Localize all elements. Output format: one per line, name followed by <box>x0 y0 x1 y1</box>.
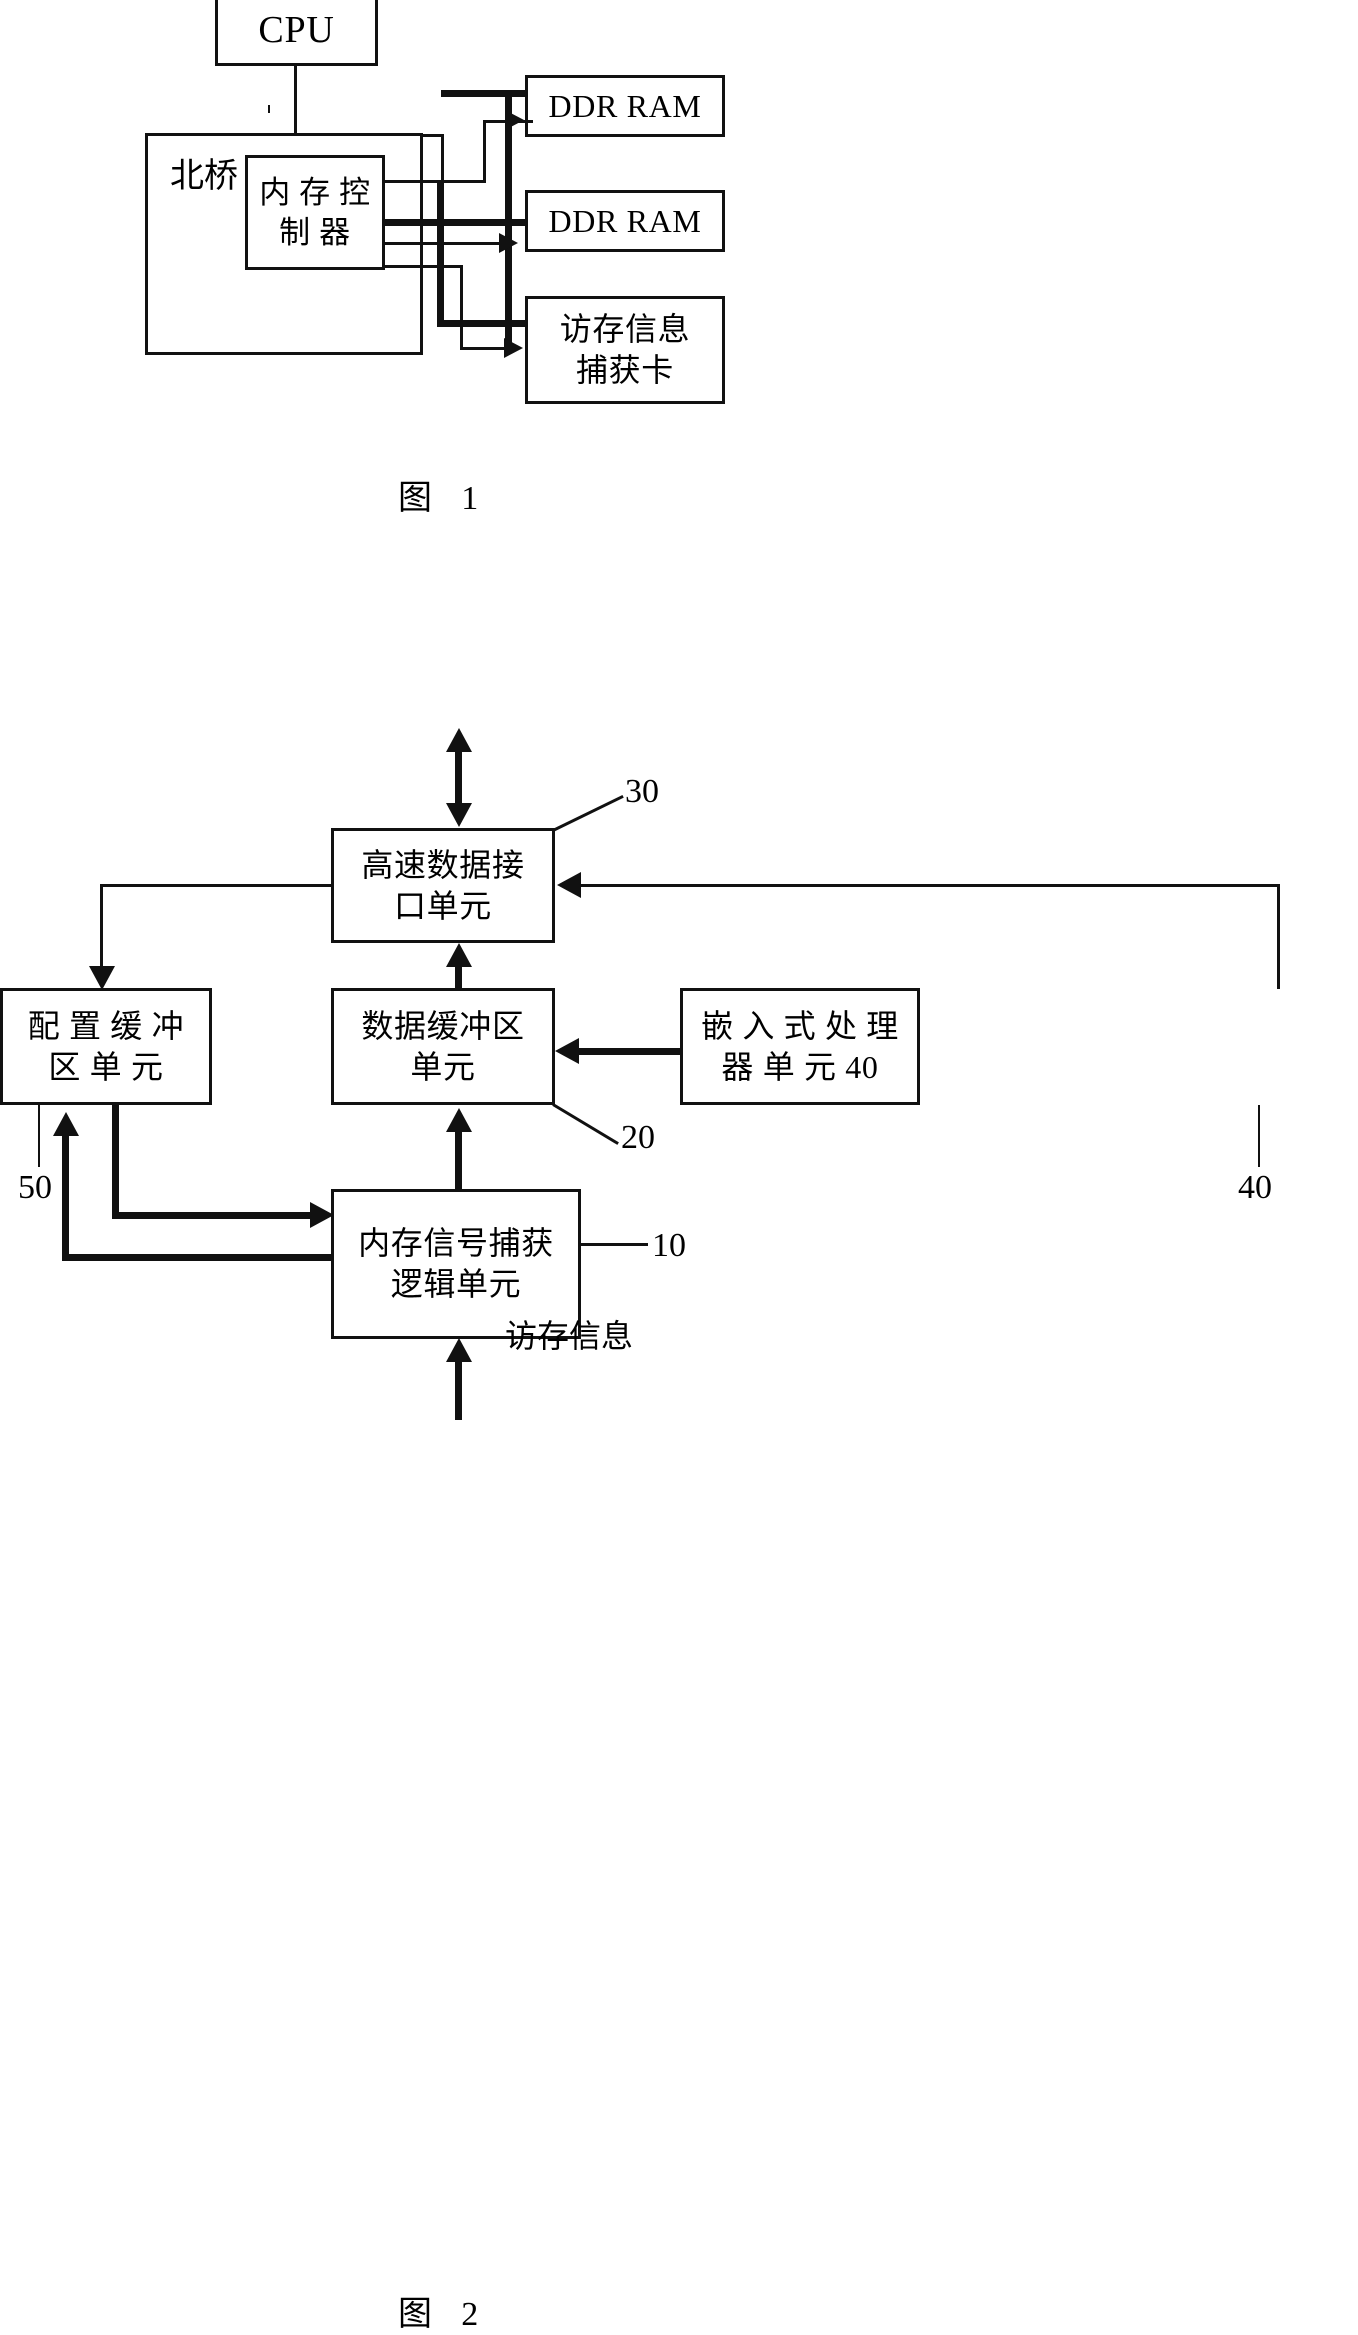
wire-capture-to-config-h <box>62 1254 334 1261</box>
wire-capture-to-data-buffer <box>455 1130 462 1192</box>
arrowhead-ddr2-ctrl <box>499 233 518 253</box>
arrowhead-capture-ctrl <box>504 338 523 358</box>
block-config-buffer: 配 置 缓 冲 区 单 元 <box>0 988 212 1105</box>
wire-nb-riser <box>441 134 444 181</box>
leader-line-20 <box>552 1103 619 1145</box>
wire-external-bidir <box>455 750 462 805</box>
wire-capture-to-config-v <box>62 1133 69 1257</box>
arrowhead-interface-in-bottom <box>446 943 472 967</box>
block-ddr-ram-2-label: DDR RAM <box>548 202 702 239</box>
wire-interface-to-config-v <box>100 884 103 977</box>
block-ddr-ram-1: DDR RAM <box>525 75 725 137</box>
bus-ddr1-data-riser <box>505 90 512 345</box>
block-memory-controller: 内 存 控 制 器 <box>245 155 385 270</box>
leader-line-40 <box>1258 1105 1260 1167</box>
block-memory-controller-label: 内 存 控 制 器 <box>259 174 371 250</box>
block-ddr-ram-1-label: DDR RAM <box>548 87 702 124</box>
arrowhead-external-out <box>446 728 472 752</box>
bus-capture-tap-riser <box>437 180 444 324</box>
block-capture-card: 访存信息 捕获卡 <box>525 296 725 404</box>
arrowhead-capture-logic-in-left <box>310 1202 334 1228</box>
wire-capture-ctrl <box>460 347 505 350</box>
block-capture-logic-label: 内存信号捕获 逻辑单元 <box>358 1225 554 1302</box>
block-ddr-ram-2: DDR RAM <box>525 190 725 252</box>
arrowhead-capture-logic-in-bottom <box>446 1338 472 1362</box>
leader-line-50 <box>38 1105 40 1167</box>
block-embedded-processor: 嵌 入 式 处 理 器 单 元 40 <box>680 988 920 1105</box>
wire-mc-top-riser <box>483 120 486 183</box>
wire-access-info-input <box>455 1360 462 1420</box>
leader-line-10 <box>580 1243 648 1246</box>
ref-numeral-30: 30 <box>625 773 659 810</box>
wire-interface-to-config-h <box>100 884 332 887</box>
wire-processor-to-data-buffer <box>578 1048 682 1055</box>
ref-numeral-20: 20 <box>621 1119 655 1156</box>
arrowhead-config-buffer-in <box>89 966 115 990</box>
scan-artifact-tick <box>268 105 270 113</box>
ref-numeral-40: 40 <box>1238 1169 1272 1206</box>
arrowhead-interface-in-right <box>557 872 581 898</box>
ref-numeral-50: 50 <box>18 1169 52 1206</box>
ref-numeral-10: 10 <box>652 1227 686 1264</box>
bus-ddr2-data <box>385 219 527 226</box>
figure-1-caption: 图 1 <box>398 480 483 517</box>
bus-capture-tap <box>437 320 527 327</box>
wire-mc-bottom-out <box>385 265 463 268</box>
wire-mc-top-out <box>385 180 485 183</box>
wire-config-to-capture-h <box>112 1212 320 1219</box>
wire-cpu-to-northbridge <box>294 66 297 134</box>
leader-line-30 <box>552 794 624 832</box>
block-northbridge-label: 北桥 <box>170 158 238 195</box>
block-cpu-label: CPU <box>258 8 335 51</box>
block-high-speed-interface: 高速数据接 口单元 <box>331 828 555 943</box>
wire-mc-bottom-riser <box>460 265 463 349</box>
arrowhead-data-buffer-in-bottom <box>446 1108 472 1132</box>
arrowhead-data-buffer-in-right <box>555 1038 579 1064</box>
block-high-speed-interface-label: 高速数据接 口单元 <box>361 846 525 924</box>
block-data-buffer-label: 数据缓冲区 单元 <box>361 1007 525 1085</box>
patent-figure-sheet: CPU 北桥 内 存 控 制 器 DDR RAM DDR RAM 访存信息 捕获… <box>0 0 1358 2333</box>
label-access-info: 访存信息 <box>505 1318 634 1354</box>
arrowhead-external-in <box>446 803 472 827</box>
wire-config-to-capture-v <box>112 1105 119 1218</box>
arrowhead-config-buffer-in-bottom <box>53 1112 79 1136</box>
wire-processor-to-interface-v <box>1277 884 1280 989</box>
block-cpu: CPU <box>215 0 378 66</box>
bus-ddr1-data <box>441 90 527 97</box>
block-embedded-processor-label: 嵌 入 式 处 理 器 单 元 40 <box>701 1007 899 1085</box>
block-data-buffer: 数据缓冲区 单元 <box>331 988 555 1105</box>
block-capture-card-label: 访存信息 捕获卡 <box>559 311 691 388</box>
wire-processor-to-interface-h <box>580 884 1280 887</box>
block-config-buffer-label: 配 置 缓 冲 区 单 元 <box>27 1007 185 1085</box>
